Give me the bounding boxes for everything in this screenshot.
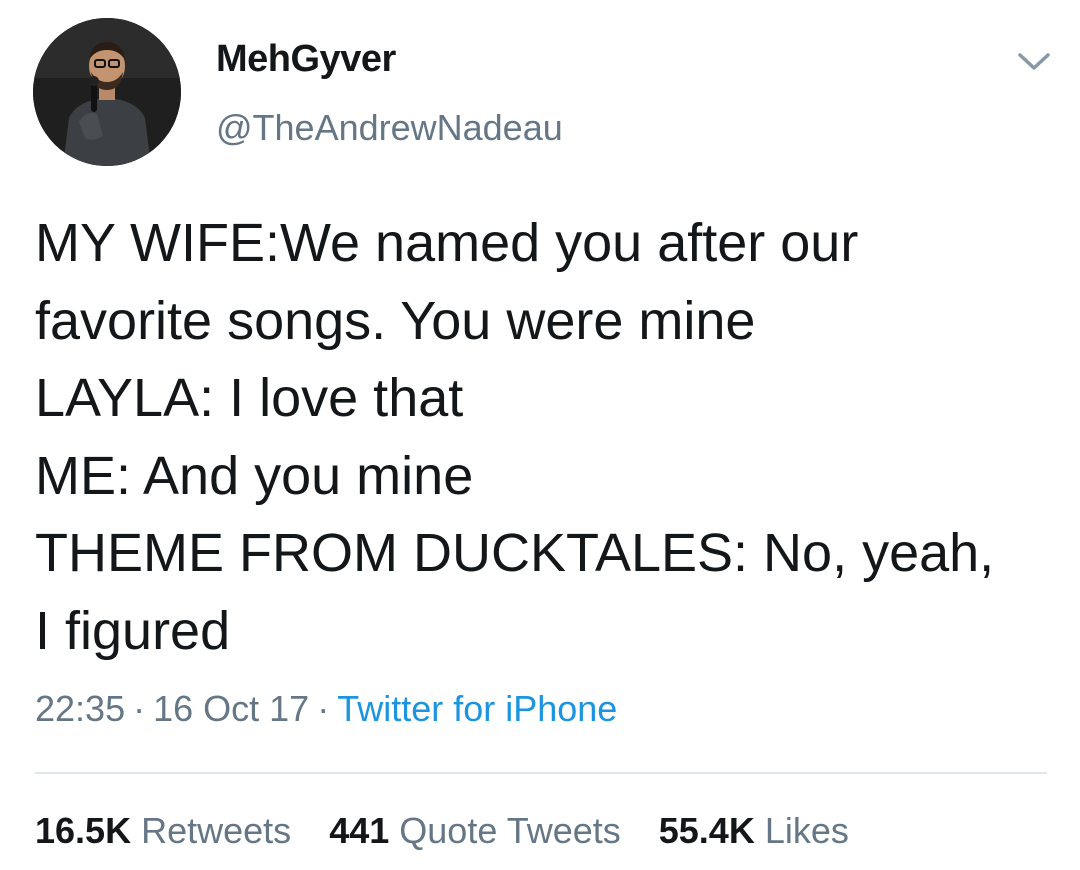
tweet-source-link[interactable]: Twitter for iPhone — [337, 688, 617, 729]
tweet-line: THEME FROM DUCKTALES: No, yeah, — [35, 523, 995, 583]
likes-count: 55.4K — [658, 810, 755, 851]
tweet-text: MY WIFE:We named you after our favorite … — [35, 205, 1055, 670]
tweet-line: ME: And you mine — [35, 445, 474, 506]
tweet-time[interactable]: 22:35 — [35, 688, 125, 729]
tweet-card: MehGyver @TheAndrewNadeau MY WIFE:We nam… — [0, 0, 1080, 870]
display-name[interactable]: MehGyver — [216, 38, 396, 81]
meta-separator: · — [133, 688, 146, 729]
tweet-stats: 16.5K Retweets 441 Quote Tweets 55.4K Li… — [35, 810, 877, 852]
divider — [35, 772, 1047, 774]
quote-tweets-label: Quote Tweets — [399, 810, 621, 851]
user-handle[interactable]: @TheAndrewNadeau — [216, 107, 563, 149]
tweet-line: favorite songs. You were mine — [35, 290, 756, 351]
quote-tweets-count: 441 — [329, 810, 390, 851]
avatar-image — [33, 18, 181, 166]
tweet-meta: 22:35 · 16 Oct 17 · Twitter for iPhone — [35, 688, 617, 730]
retweets-label: Retweets — [141, 810, 292, 851]
meta-separator: · — [317, 688, 330, 729]
tweet-date[interactable]: 16 Oct 17 — [153, 688, 309, 729]
likes-label: Likes — [764, 810, 849, 851]
tweet-line: LAYLA: I love that — [35, 368, 464, 428]
tweet-line: I figured — [35, 600, 231, 661]
avatar[interactable] — [33, 18, 181, 166]
chevron-down-icon[interactable] — [1014, 46, 1054, 76]
tweet-line: MY WIFE:We named you after our — [35, 213, 859, 273]
likes-stat[interactable]: 55.4K Likes — [659, 810, 849, 852]
retweets-stat[interactable]: 16.5K Retweets — [35, 810, 291, 852]
retweets-count: 16.5K — [35, 810, 132, 851]
quote-tweets-stat[interactable]: 441 Quote Tweets — [329, 810, 621, 852]
